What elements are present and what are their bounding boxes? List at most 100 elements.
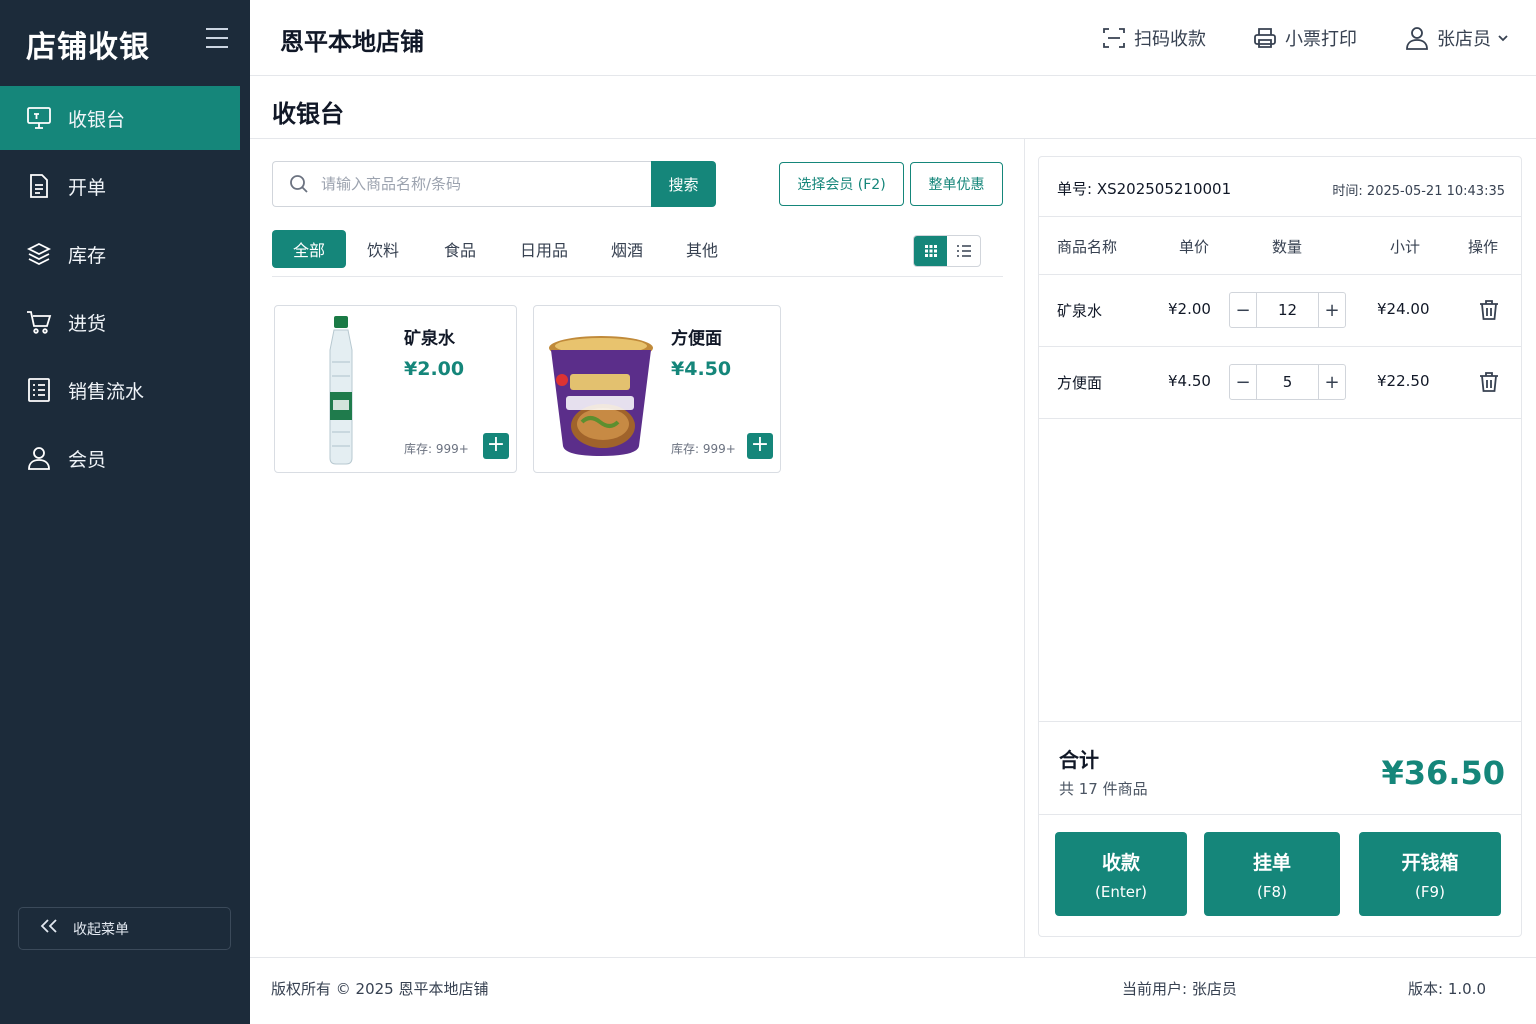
sidebar: 店铺收银 收银台 开单 库存 进货 销售流水 会员 收起菜单 — [0, 0, 250, 1024]
sidebar-item-cashier[interactable]: 收银台 — [0, 86, 240, 150]
product-name: 矿泉水 — [404, 329, 455, 349]
product-name: 方便面 — [671, 329, 722, 349]
product-card[interactable]: 方便面 ¥4.50 库存: 999+ + — [533, 305, 781, 473]
product-stock: 库存: 999+ — [404, 442, 469, 456]
user-icon — [26, 445, 52, 471]
page-title: 收银台 — [272, 100, 344, 128]
user-menu[interactable]: 张店员 — [1405, 25, 1517, 51]
total-count: 共 17 件商品 — [1059, 780, 1148, 798]
sidebar-item-label: 开单 — [68, 176, 107, 199]
search-button[interactable]: 搜索 — [651, 161, 716, 207]
decrease-button[interactable]: − — [1230, 293, 1256, 327]
order-time: 时间: 2025-05-21 10:43:35 — [1332, 184, 1505, 199]
grid-view-icon[interactable] — [914, 236, 947, 266]
search-input[interactable] — [321, 175, 621, 193]
table-row: 方便面 ¥4.50 − + ¥22.50 — [1039, 347, 1521, 419]
product-pane: 搜索 选择会员 (F2) 整单优惠 全部 饮料 食品 日用品 烟酒 其他 矿泉水… — [250, 139, 1025, 957]
product-card[interactable]: 矿泉水 ¥2.00 库存: 999+ + — [274, 305, 517, 473]
copyright-text: 版权所有 © 2025 恩平本地店铺 — [271, 980, 489, 998]
checkout-button[interactable]: 收款 (Enter) — [1055, 832, 1187, 916]
category-tabs: 全部 饮料 食品 日用品 烟酒 其他 — [272, 230, 1003, 277]
sidebar-item-inventory[interactable]: 库存 — [0, 222, 240, 286]
tab-drinks[interactable]: 饮料 — [358, 230, 408, 268]
product-price: ¥4.50 — [671, 358, 732, 380]
sidebar-item-label: 收银台 — [68, 108, 126, 131]
tab-other[interactable]: 其他 — [677, 230, 727, 268]
total-amount: ¥36.50 — [1381, 754, 1505, 792]
printer-icon — [1254, 28, 1276, 48]
scan-pay-button[interactable]: 扫码收款 — [1102, 25, 1206, 51]
hold-order-shortcut: (F8) — [1257, 882, 1287, 901]
receipt-print-label: 小票打印 — [1285, 29, 1357, 50]
add-to-cart-button[interactable]: + — [483, 433, 509, 459]
collapse-menu-button[interactable]: 收起菜单 — [18, 907, 231, 950]
total-bar: 合计 共 17 件商品 ¥36.50 — [1039, 721, 1521, 815]
quantity-input[interactable] — [1256, 293, 1319, 327]
search-icon — [290, 175, 308, 193]
item-name: 矿泉水 — [1057, 302, 1103, 320]
table-row: 矿泉水 ¥2.00 − + ¥24.00 — [1039, 275, 1521, 347]
page-title-bar: 收银台 — [250, 76, 1536, 139]
order-discount-button[interactable]: 整单优惠 — [910, 162, 1003, 206]
column-header: 数量 — [1272, 238, 1303, 256]
order-table-header: 商品名称 单价 数量 小计 操作 — [1039, 217, 1521, 275]
list-view-icon[interactable] — [947, 236, 980, 266]
monitor-icon — [26, 105, 52, 131]
checkout-shortcut: (Enter) — [1095, 882, 1147, 901]
sidebar-item-label: 库存 — [68, 244, 107, 267]
column-header: 商品名称 — [1057, 238, 1118, 256]
increase-button[interactable]: + — [1319, 293, 1345, 327]
top-header: 恩平本地店铺 扫码收款 小票打印 张店员 — [250, 0, 1536, 76]
product-stock: 库存: 999+ — [671, 442, 736, 456]
open-cash-drawer-button[interactable]: 开钱箱 (F9) — [1359, 832, 1501, 916]
list-icon — [26, 377, 52, 403]
trash-icon[interactable] — [1479, 299, 1499, 321]
receipt-print-button[interactable]: 小票打印 — [1253, 25, 1357, 51]
column-header: 小计 — [1390, 238, 1421, 256]
layers-icon — [26, 241, 52, 267]
item-price: ¥2.00 — [1168, 300, 1211, 318]
quantity-input[interactable] — [1256, 365, 1319, 399]
product-price: ¥2.00 — [404, 358, 465, 380]
hold-order-button[interactable]: 挂单 (F8) — [1204, 832, 1340, 916]
tab-daily[interactable]: 日用品 — [512, 230, 576, 268]
sidebar-item-label: 销售流水 — [68, 380, 145, 403]
sidebar-item-member[interactable]: 会员 — [0, 426, 240, 490]
trash-icon[interactable] — [1479, 371, 1499, 393]
open-cash-drawer-label: 开钱箱 — [1401, 851, 1459, 874]
instant-noodle-cup-image — [549, 336, 653, 456]
checkout-label: 收款 — [1101, 851, 1140, 874]
footer: 版权所有 © 2025 恩平本地店铺 当前用户: 张店员 版本: 1.0.0 — [250, 957, 1536, 1024]
tab-tobacco-alcohol[interactable]: 烟酒 — [602, 230, 652, 268]
scan-pay-label: 扫码收款 — [1134, 29, 1206, 50]
sidebar-item-sales[interactable]: 销售流水 — [0, 358, 240, 422]
collapse-menu-label: 收起菜单 — [73, 921, 129, 938]
column-header: 操作 — [1468, 238, 1499, 256]
order-number: 单号: XS202505210001 — [1057, 180, 1232, 198]
view-toggle — [913, 235, 981, 267]
current-user-text: 当前用户: 张店员 — [1122, 980, 1237, 998]
hold-order-label: 挂单 — [1252, 851, 1291, 874]
order-panel: 单号: XS202505210001 时间: 2025-05-21 10:43:… — [1038, 156, 1522, 937]
sidebar-item-purchase[interactable]: 进货 — [0, 290, 240, 354]
add-to-cart-button[interactable]: + — [747, 433, 773, 459]
decrease-button[interactable]: − — [1230, 365, 1256, 399]
brand-title: 店铺收银 — [26, 30, 150, 65]
increase-button[interactable]: + — [1319, 365, 1345, 399]
user-icon — [1406, 27, 1428, 50]
sidebar-item-order[interactable]: 开单 — [0, 154, 240, 218]
tab-all[interactable]: 全部 — [272, 230, 346, 268]
sidebar-item-label: 会员 — [68, 448, 107, 471]
chevron-down-icon — [1498, 35, 1508, 42]
open-cash-drawer-shortcut: (F9) — [1415, 882, 1445, 901]
tab-food[interactable]: 食品 — [435, 230, 485, 268]
sidebar-item-label: 进货 — [68, 312, 107, 335]
item-name: 方便面 — [1057, 374, 1103, 392]
select-member-button[interactable]: 选择会员 (F2) — [779, 162, 904, 206]
double-chevron-left-icon — [39, 918, 59, 939]
hamburger-menu-icon[interactable] — [206, 28, 228, 50]
water-bottle-image — [329, 316, 353, 465]
search-box — [272, 161, 652, 207]
item-price: ¥4.50 — [1168, 372, 1211, 390]
version-text: 版本: 1.0.0 — [1408, 980, 1486, 998]
